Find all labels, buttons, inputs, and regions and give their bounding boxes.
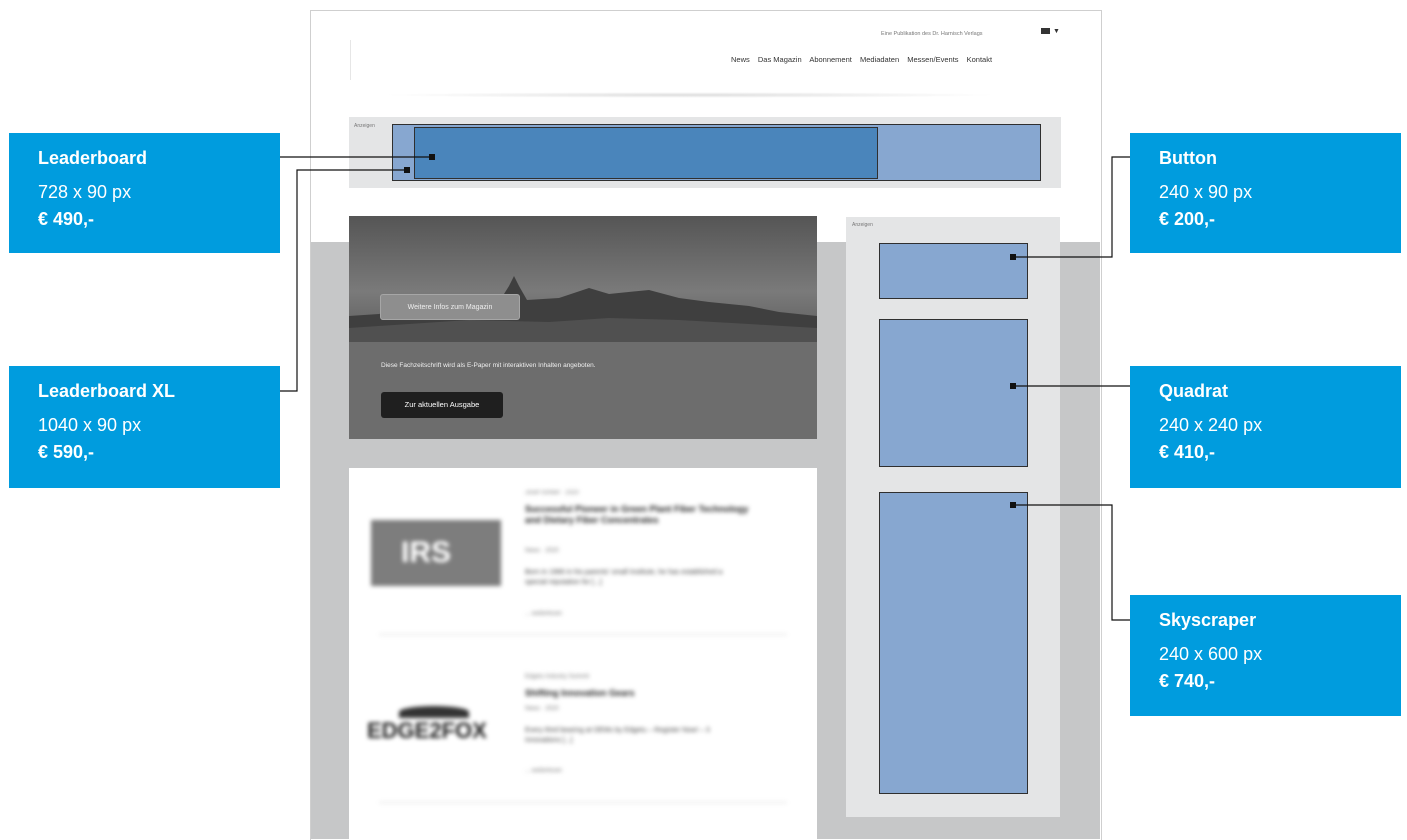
callout-price: € 490,- bbox=[38, 209, 95, 229]
connector-button bbox=[1013, 156, 1142, 258]
callout-title: Skyscraper bbox=[1159, 610, 1257, 630]
connector-dot bbox=[1010, 502, 1016, 508]
callout-title: Leaderboard XL bbox=[38, 381, 176, 401]
callout-quadrat: Quadrat 240 x 240 px € 410,- bbox=[1130, 366, 1401, 488]
callout-size: 728 x 90 px bbox=[38, 182, 132, 202]
callout-button: Button 240 x 90 px € 200,- bbox=[1130, 133, 1401, 253]
connector-dot bbox=[429, 154, 435, 160]
connector-dot bbox=[1010, 254, 1016, 260]
callout-title: Button bbox=[1159, 148, 1217, 168]
callout-price: € 410,- bbox=[1159, 442, 1216, 462]
callout-leaderboard-xl: Leaderboard XL 1040 x 90 px € 590,- bbox=[9, 366, 280, 488]
callout-leaderboard: Leaderboard 728 x 90 px € 490,- bbox=[9, 133, 280, 253]
connector-leaderboard-xl bbox=[264, 169, 407, 392]
callout-price: € 590,- bbox=[38, 442, 95, 462]
callout-skyscraper: Skyscraper 240 x 600 px € 740,- bbox=[1130, 595, 1401, 716]
connector-skyscraper bbox=[1013, 504, 1142, 621]
callout-size: 240 x 90 px bbox=[1159, 182, 1253, 202]
callout-title: Quadrat bbox=[1159, 381, 1229, 401]
callout-price: € 740,- bbox=[1159, 671, 1216, 691]
callout-price: € 200,- bbox=[1159, 209, 1216, 229]
connector-dot bbox=[404, 167, 410, 173]
callout-size: 1040 x 90 px bbox=[38, 415, 142, 435]
callout-size: 240 x 240 px bbox=[1159, 415, 1263, 435]
connector-dot bbox=[1010, 383, 1016, 389]
callout-title: Leaderboard bbox=[38, 148, 148, 168]
callout-size: 240 x 600 px bbox=[1159, 644, 1263, 664]
